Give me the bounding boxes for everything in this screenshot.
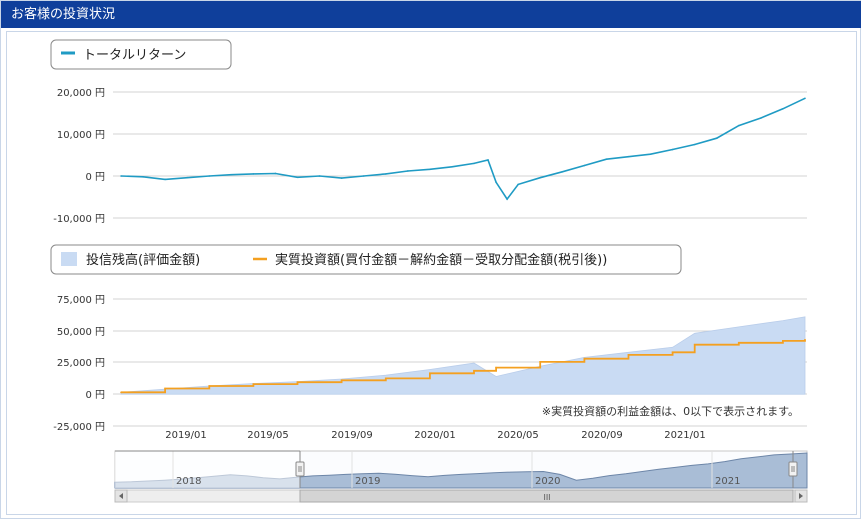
total-return-point — [693, 143, 696, 146]
invested-amount-point — [208, 385, 211, 387]
total-return-point — [296, 176, 299, 179]
chart-note: ※実質投資額の利益金額は、0以下で表示されます。 — [542, 404, 799, 418]
total-return-point — [407, 170, 409, 172]
total-return-point — [506, 198, 508, 200]
legend-label-invested: 実質投資額(買付金額－解約金額－受取分配金額(税引後)) — [275, 252, 607, 268]
chart-panel: トータルリターン 20,000 円 10,000 円 0 円 -10,000 円… — [6, 31, 857, 515]
y-tick-label: 0 円 — [85, 390, 105, 401]
navigator-year-label: 2020 — [535, 476, 560, 487]
total-return-point — [649, 153, 652, 155]
range-scrollbar[interactable]: III — [114, 489, 808, 503]
total-return-point — [120, 175, 122, 177]
invested-amount-point — [738, 342, 740, 344]
navigator-left-handle[interactable] — [295, 461, 305, 477]
total-return-point — [451, 165, 453, 168]
valuation-series — [120, 316, 806, 395]
y-tick-label: 0 円 — [85, 172, 105, 183]
valuation-y-axis: 75,000 円 50,000 円 25,000 円 0 円 -25,000 円 — [53, 295, 105, 433]
total-return-point — [362, 175, 365, 177]
legend-label-valuation: 投信残高(評価金額) — [86, 252, 200, 268]
navigator-year-label: 2019 — [355, 476, 380, 487]
widget-title: お客様の投資状況 — [1, 1, 861, 28]
y-tick-label: 20,000 円 — [57, 88, 105, 99]
total-return-point — [274, 172, 277, 175]
total-return-point — [208, 175, 211, 177]
total-return-point — [384, 173, 387, 175]
scrollbar-grip: III — [543, 493, 550, 502]
handle-grip[interactable] — [295, 461, 305, 477]
y-tick-label: 10,000 円 — [57, 130, 105, 141]
invested-amount-point — [804, 338, 806, 341]
x-tick-label: 2020/01 — [414, 430, 456, 441]
navigator-unselected-mask — [115, 451, 300, 488]
y-tick-label: -25,000 円 — [53, 422, 105, 433]
invested-amount-point — [583, 357, 586, 360]
invested-amount-point — [693, 343, 696, 346]
investment-status-widget: お客様の投資状況 トータルリターン 20,000 円 10,000 円 0 円 … — [0, 0, 861, 519]
chart-svg: トータルリターン 20,000 円 10,000 円 0 円 -10,000 円… — [50, 39, 808, 503]
legend-swatch-valuation — [61, 252, 77, 266]
navigator-year-label: 2018 — [176, 476, 201, 487]
x-tick-label: 2020/09 — [581, 430, 623, 441]
total-return-point — [583, 164, 586, 167]
invested-amount-point — [671, 351, 674, 354]
total-return-point — [539, 176, 542, 179]
invested-amount-point — [296, 381, 299, 383]
x-tick-label: 2019/09 — [331, 430, 373, 441]
invested-amount-point — [429, 372, 431, 375]
total-return-line — [120, 97, 806, 201]
invested-amount-point — [120, 391, 122, 394]
total-return-point — [605, 158, 608, 160]
x-tick-label: 2020/05 — [497, 430, 539, 441]
range-navigator[interactable]: 2018 2019 2020 2021 — [114, 450, 808, 489]
total-return-point — [760, 117, 762, 119]
y-tick-label: 25,000 円 — [57, 358, 105, 369]
total-return-point — [340, 177, 343, 179]
navigator-right-handle[interactable] — [788, 461, 798, 477]
navigator-year-label: 2021 — [715, 476, 740, 487]
total-return-point — [671, 148, 674, 151]
total-return-point — [473, 162, 475, 165]
valuation-area — [120, 316, 806, 395]
invested-amount-point — [164, 387, 166, 390]
total-return-point — [517, 183, 519, 186]
y-tick-label: 50,000 円 — [57, 327, 105, 338]
total-return-point — [164, 178, 166, 181]
invested-amount-point — [782, 340, 784, 342]
total-return-point — [487, 159, 489, 161]
total-return-point — [318, 175, 321, 177]
invested-amount-point — [495, 366, 497, 369]
total-return-point — [715, 137, 718, 139]
total-return-point — [252, 173, 255, 175]
x-axis: 2019/01 2019/05 2019/09 2020/01 2020/05 … — [165, 430, 706, 441]
y-tick-label: -10,000 円 — [53, 214, 105, 225]
invested-amount-point — [252, 383, 255, 385]
total-return-point — [804, 97, 806, 100]
legend-valuation[interactable]: 投信残高(評価金額) 実質投資額(買付金額－解約金額－受取分配金額(税引後)) — [50, 244, 682, 275]
invested-amount-point — [539, 361, 542, 363]
total-return-point — [738, 124, 740, 127]
total-return-point — [495, 181, 497, 184]
return-y-axis: 20,000 円 10,000 円 0 円 -10,000 円 — [53, 88, 105, 225]
invested-amount-point — [473, 369, 475, 372]
x-tick-label: 2021/01 — [664, 430, 706, 441]
total-return-point — [627, 155, 630, 158]
invested-amount-point — [340, 379, 343, 382]
total-return-point — [230, 173, 233, 176]
total-return-point — [561, 171, 564, 173]
total-return-point — [186, 176, 188, 179]
total-return-point — [142, 176, 144, 178]
handle-grip[interactable] — [788, 461, 798, 477]
return-series — [120, 97, 806, 201]
invested-amount-point — [627, 354, 630, 356]
legend-total-return[interactable]: トータルリターン — [50, 39, 232, 70]
invested-amount-point — [384, 377, 387, 380]
return-grid — [113, 91, 807, 219]
x-tick-label: 2019/05 — [247, 430, 289, 441]
total-return-point — [782, 108, 784, 110]
x-tick-label: 2019/01 — [165, 430, 207, 441]
legend-label-return: トータルリターン — [83, 48, 186, 63]
total-return-point — [429, 168, 431, 171]
y-tick-label: 75,000 円 — [57, 295, 105, 306]
